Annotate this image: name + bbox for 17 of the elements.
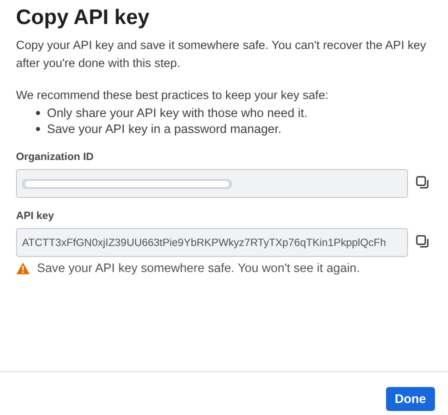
bullet-icon [36,127,40,131]
text-field[interactable] [16,169,408,198]
practice-text: Only share your API key with those who need it. [47,105,308,121]
field-label: API key [16,210,55,222]
warning-icon [16,262,30,274]
field-value: ATCTT3xFfGN0xjIZ39UU663tPie9YbRKPWkyz7RTyTXp76qTKin1PkpplQcFh [22,236,386,248]
text-field[interactable]: ATCTT3xFfGN0xjIZ39UU663tPie9YbRKPWkyz7RTyTXp76qTKin1PkpplQcFh [16,228,408,257]
copy-icon [416,234,429,248]
field-label: Organization ID [16,151,95,163]
dialog-title: Copy API key [16,6,150,30]
copy-icon [416,176,429,188]
warning-text: Save your API key somewhere safe. You won't see it again. [37,261,360,275]
intro-text: Copy your API key and save it somewhere safe. You can't recover the API key after you're done with this step. [16,37,428,72]
done-button[interactable]: Done [386,387,435,411]
practices-heading: We recommend these best practices to keep your key safe: [16,87,330,104]
practice-text: Save your API key in a password manager. [47,121,282,137]
bullet-icon [36,111,40,115]
